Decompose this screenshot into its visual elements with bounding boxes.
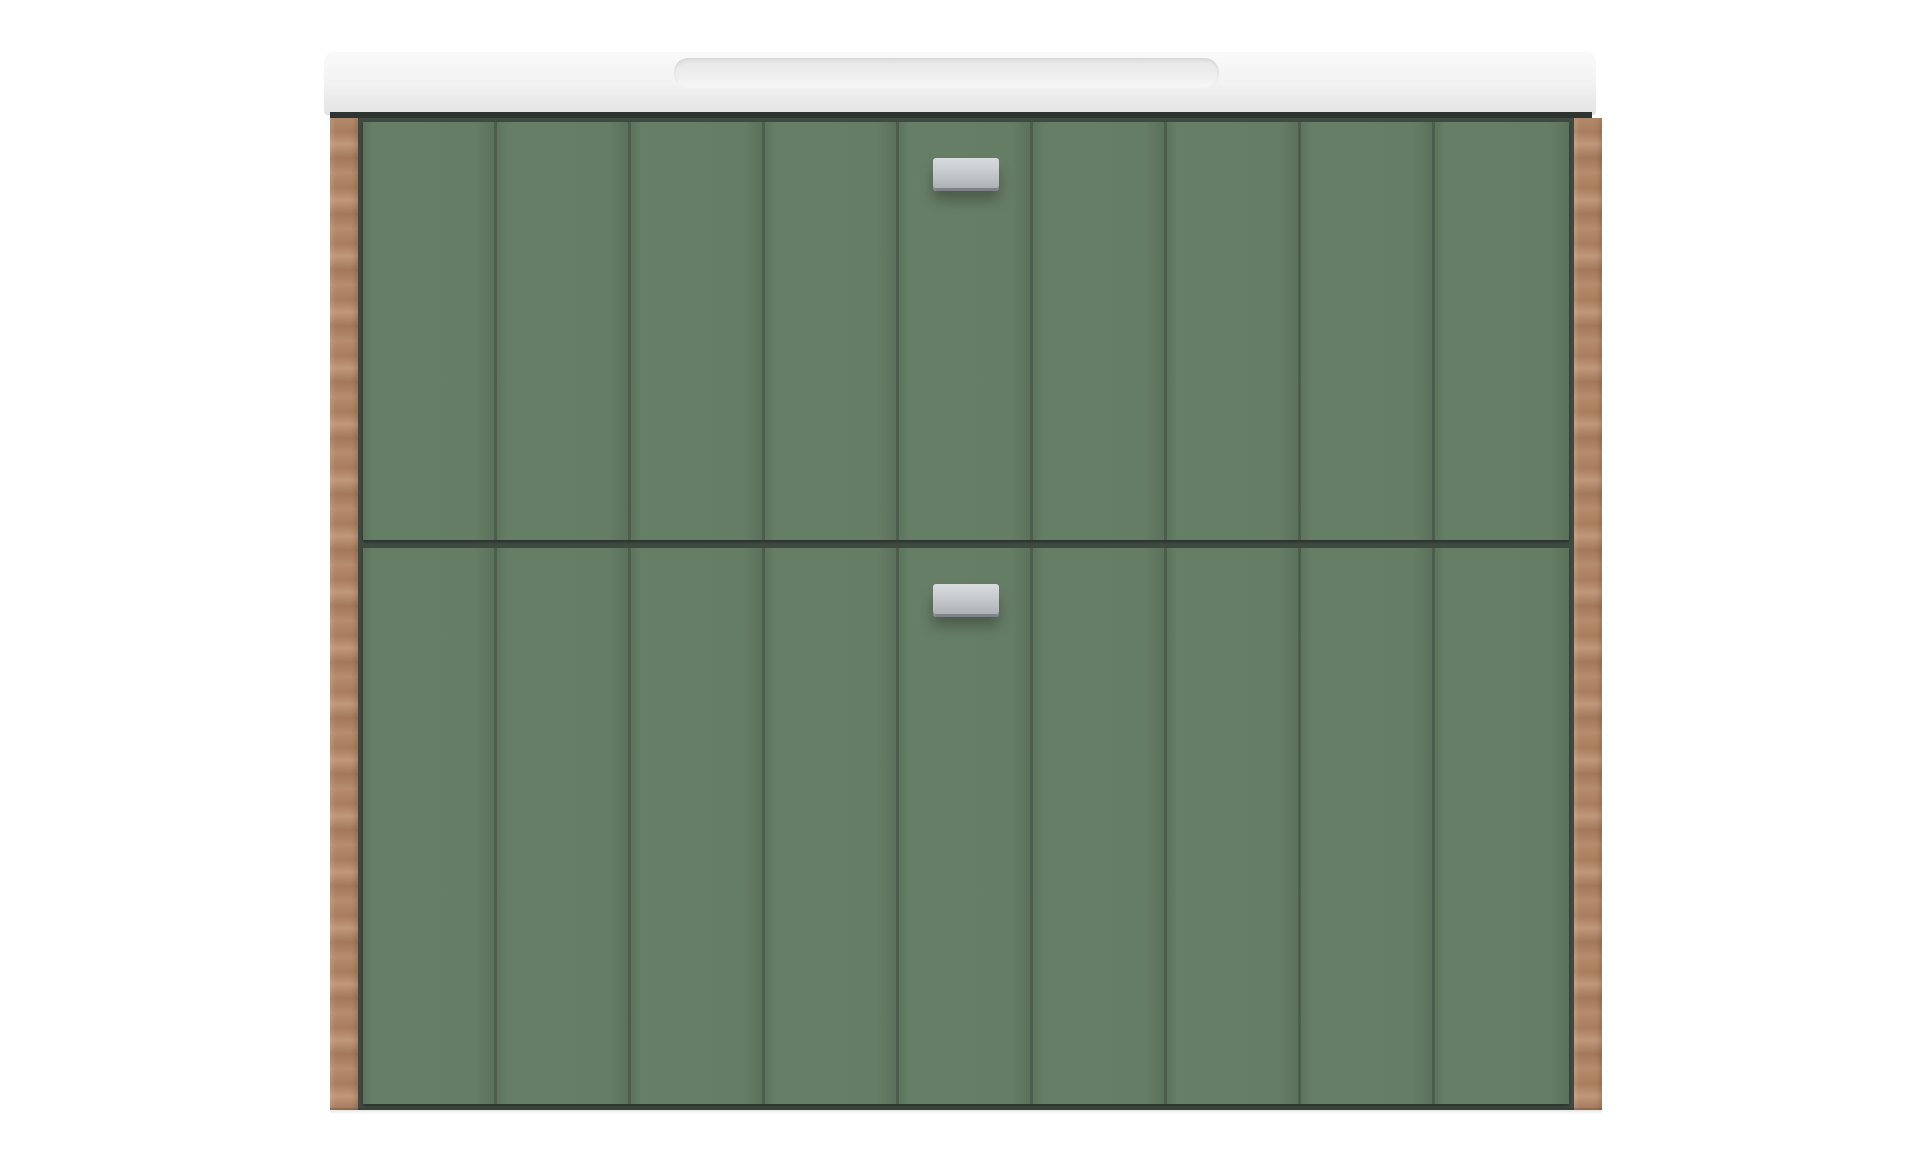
product-image-stage <box>0 0 1920 1152</box>
drawer-panel <box>631 548 765 1104</box>
wood-side-panel-right <box>1574 118 1602 1110</box>
drawer-panel <box>1301 122 1435 540</box>
drawer-panel <box>631 122 765 540</box>
drawer-handle-icon[interactable] <box>933 584 999 617</box>
drawer-panel <box>1033 548 1167 1104</box>
drawer-panel <box>1167 548 1301 1104</box>
wood-side-panel-left <box>330 118 358 1110</box>
drawer-panel <box>497 548 631 1104</box>
drawer-top[interactable] <box>363 122 1569 540</box>
drawer-handle-icon[interactable] <box>933 158 999 191</box>
drawer-bottom[interactable] <box>363 548 1569 1104</box>
integrated-basin <box>674 58 1219 88</box>
drawer-panel <box>1167 122 1301 540</box>
drawer-panel <box>497 122 631 540</box>
cabinet-bottom-shadow <box>330 1108 1602 1114</box>
drawer-panel <box>1301 548 1435 1104</box>
drawer-panel <box>765 548 899 1104</box>
drawer-panel <box>1435 122 1569 540</box>
drawer-panel <box>765 122 899 540</box>
drawer-panel <box>363 122 497 540</box>
vanity-cabinet <box>358 118 1574 1110</box>
drawer-panel <box>1435 548 1569 1104</box>
drawer-panel <box>899 548 1033 1104</box>
drawer-panel <box>363 548 497 1104</box>
drawer-panel <box>1033 122 1167 540</box>
vanity-countertop <box>324 52 1596 114</box>
